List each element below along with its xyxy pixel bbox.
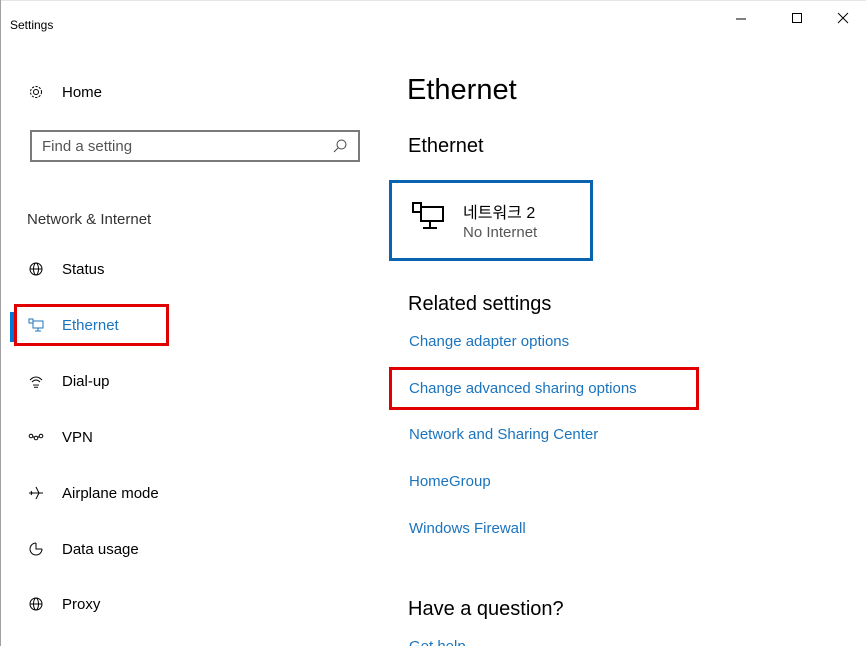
wired-network-icon <box>412 201 446 238</box>
status-globe-icon <box>27 260 45 278</box>
sidebar-item-airplane-mode[interactable]: Airplane mode <box>27 481 159 505</box>
sidebar-item-label: Airplane mode <box>62 484 159 502</box>
search-box[interactable] <box>30 130 360 162</box>
maximize-button[interactable] <box>774 4 820 32</box>
home-label: Home <box>62 83 103 101</box>
window-title: Settings <box>10 18 54 32</box>
section-title: Ethernet <box>408 135 484 157</box>
sidebar-item-data-usage[interactable]: Data usage <box>27 537 139 561</box>
change-adapter-options-link[interactable]: Change adapter options <box>409 333 569 350</box>
close-icon <box>837 12 849 24</box>
related-settings-title: Related settings <box>408 293 552 315</box>
homegroup-link[interactable]: HomeGroup <box>409 473 491 490</box>
sidebar-item-proxy[interactable]: Proxy <box>27 592 100 616</box>
sidebar-item-label: Proxy <box>62 595 101 613</box>
network-card[interactable]: 네트워크 2 No Internet <box>389 180 593 261</box>
active-indicator <box>10 312 14 342</box>
data-usage-icon <box>27 540 45 558</box>
window-border-left <box>0 0 1 646</box>
get-help-link[interactable]: Get help <box>409 638 466 646</box>
sidebar-item-label: Data usage <box>62 540 139 558</box>
search-input[interactable] <box>40 136 324 156</box>
maximize-icon <box>792 13 802 23</box>
windows-firewall-link[interactable]: Windows Firewall <box>409 520 526 537</box>
sidebar-item-vpn[interactable]: VPN <box>27 425 93 449</box>
airplane-icon <box>27 484 45 502</box>
close-button[interactable] <box>820 4 866 32</box>
title-bar: Settings <box>0 0 866 32</box>
sidebar-section-label: Network & Internet <box>27 211 152 228</box>
minimize-button[interactable] <box>718 4 764 32</box>
network-and-sharing-center-link[interactable]: Network and Sharing Center <box>409 426 598 443</box>
network-name: 네트워크 2 <box>463 205 536 222</box>
have-a-question-title: Have a question? <box>408 598 564 620</box>
vpn-icon <box>27 428 45 446</box>
dial-up-icon <box>27 372 45 390</box>
ethernet-icon <box>27 316 45 334</box>
change-advanced-sharing-options-link[interactable]: Change advanced sharing options <box>409 380 637 397</box>
search-icon[interactable] <box>332 138 348 159</box>
gear-icon <box>27 83 45 101</box>
sidebar-item-dial-up[interactable]: Dial-up <box>27 369 110 393</box>
sidebar-item-label: VPN <box>62 428 93 446</box>
sidebar-item-label: Dial-up <box>62 372 110 390</box>
sidebar-home[interactable]: Home <box>27 80 102 104</box>
sidebar-item-status[interactable]: Status <box>27 257 105 281</box>
proxy-globe-icon <box>27 595 45 613</box>
network-status: No Internet <box>463 224 538 241</box>
sidebar-item-label: Status <box>62 260 105 278</box>
page-title: Ethernet <box>407 74 517 106</box>
settings-window: Settings Home Network & Internet Status <box>0 0 866 646</box>
sidebar-item-ethernet[interactable]: Ethernet <box>27 313 119 337</box>
minimize-icon <box>736 18 746 20</box>
sidebar-item-label: Ethernet <box>62 316 119 334</box>
